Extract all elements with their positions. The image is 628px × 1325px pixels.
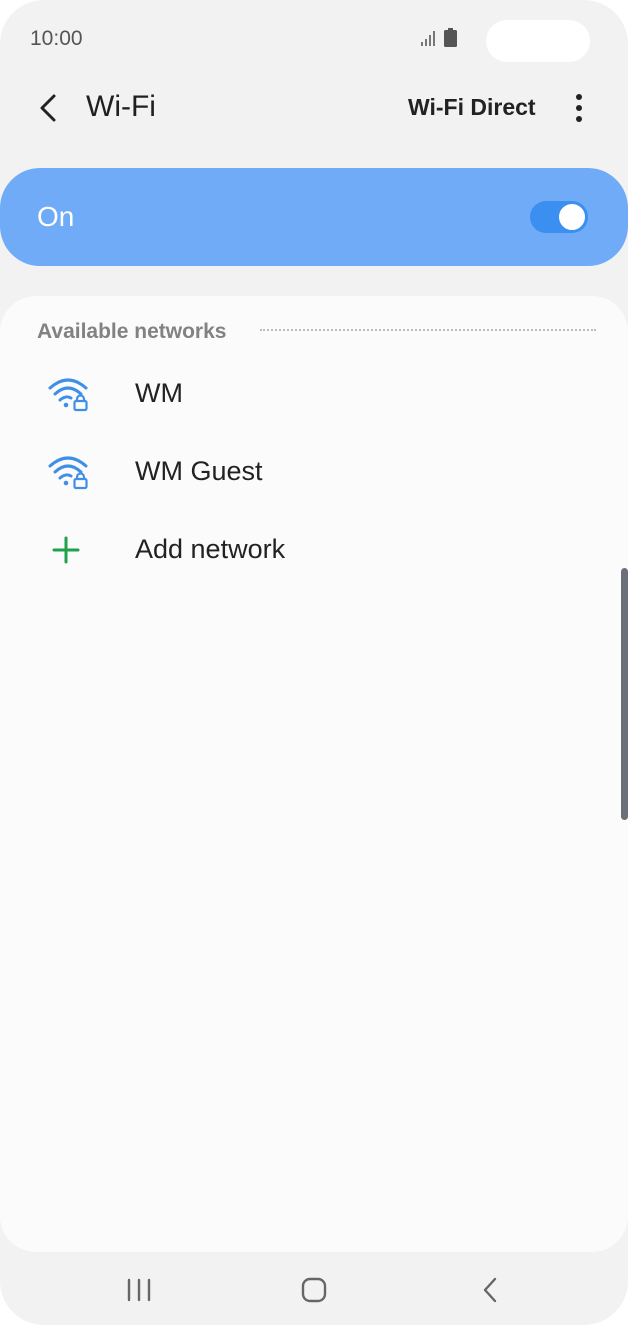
add-network-item[interactable]: Add network: [0, 512, 628, 590]
status-time: 10:00: [30, 27, 83, 50]
battery-icon: [444, 28, 457, 47]
scroll-indicator[interactable]: [621, 568, 628, 820]
wifi-direct-button[interactable]: Wi-Fi Direct: [408, 94, 536, 121]
add-network-label: Add network: [135, 534, 286, 564]
network-name: WM: [135, 378, 183, 408]
network-name: WM Guest: [135, 456, 263, 486]
wifi-toggle-row[interactable]: On: [0, 168, 628, 266]
camera-cutout: [486, 20, 590, 62]
section-header-available-networks: Available networks: [37, 320, 227, 343]
wifi-switch[interactable]: [530, 201, 588, 233]
network-item-wm[interactable]: WM: [0, 356, 628, 434]
phone-screen: 10:00 Wi-Fi Wi-Fi Direct On Available ne…: [0, 0, 628, 1325]
recent-apps-icon[interactable]: [124, 1276, 154, 1304]
network-item-wm-guest[interactable]: WM Guest: [0, 434, 628, 512]
plus-icon: [52, 536, 80, 564]
nav-back-icon[interactable]: [478, 1274, 502, 1306]
wifi-locked-icon: [48, 456, 88, 490]
networks-list-card: Available networks WM WM Guest Add netwo…: [0, 296, 628, 1252]
page-title: Wi-Fi: [86, 90, 156, 123]
switch-knob: [557, 202, 587, 232]
more-options-icon[interactable]: [566, 90, 592, 126]
back-button[interactable]: [30, 88, 70, 128]
signal-icon: [421, 31, 435, 46]
wifi-toggle-label: On: [37, 201, 75, 232]
home-icon[interactable]: [300, 1276, 328, 1304]
section-divider: [260, 329, 596, 331]
wifi-locked-icon: [48, 378, 88, 412]
